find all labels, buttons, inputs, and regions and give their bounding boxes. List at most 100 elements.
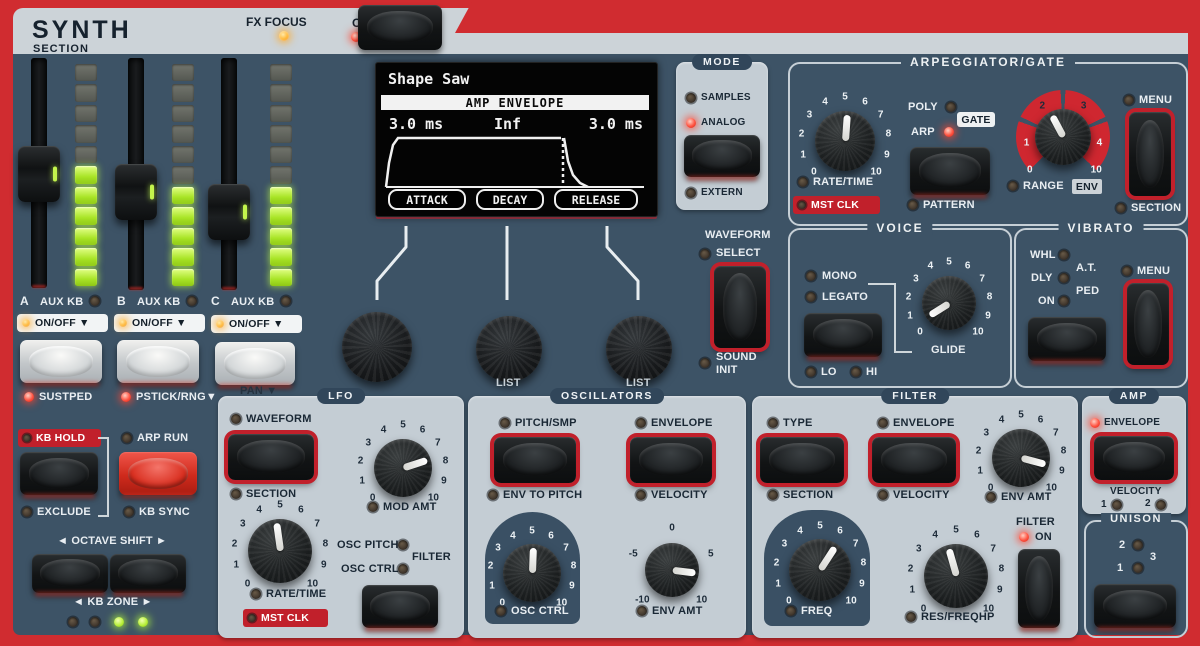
- dly-led: [1059, 273, 1069, 283]
- arp-menu-label: MENU: [1139, 94, 1172, 106]
- glide-knob[interactable]: 012345678910: [922, 276, 976, 330]
- unison-1-led: [1133, 563, 1143, 573]
- filter-envelope-button[interactable]: [872, 437, 956, 483]
- vibrato-button[interactable]: [1028, 317, 1106, 361]
- arp-run-button[interactable]: [119, 452, 197, 495]
- lfo-osc-ctrl-label: OSC CTRL: [341, 563, 399, 575]
- slider-track-c[interactable]: [221, 58, 237, 290]
- osc-env-amt-label: ENV AMT: [652, 605, 703, 617]
- onoff-b-label: ON/OFF ▼: [132, 317, 187, 329]
- kb-hold-badge: KB HOLD: [18, 429, 101, 447]
- layer-a-letter: A: [20, 294, 29, 308]
- voice-title: VOICE: [867, 221, 932, 235]
- display-softkey-attack: ATTACK: [388, 189, 466, 210]
- poly-led: [946, 102, 956, 112]
- filter-on-label2: ON: [1035, 531, 1052, 543]
- amp-velocity-label: VELOCITY: [1110, 486, 1162, 497]
- sustped-label: SUSTPED: [39, 391, 92, 403]
- sound-init-label2: INIT: [716, 364, 738, 376]
- gate-badge: GATE: [957, 112, 995, 127]
- lfo-waveform-button[interactable]: [228, 434, 314, 480]
- filter-env-amt-label: ENV AMT: [1001, 491, 1052, 503]
- amp-title: AMP: [1109, 388, 1159, 404]
- onoff-b-led: [119, 319, 127, 327]
- layer-b-letter: B: [117, 294, 126, 308]
- lfo-dest-button[interactable]: [362, 585, 438, 628]
- amp-envelope-led: [1090, 418, 1100, 428]
- lfo-mod-amt-knob[interactable]: 012345678910: [374, 439, 432, 497]
- mode-button[interactable]: [684, 135, 760, 177]
- osc-ctrl-knob[interactable]: 012345678910: [503, 544, 561, 602]
- onoff-badge-c[interactable]: ON/OFF ▼: [211, 315, 302, 333]
- onoff-badge-a[interactable]: ON/OFF ▼: [17, 314, 108, 332]
- lfo-rate-label: RATE/TIME: [266, 588, 326, 600]
- exclude-led: [22, 507, 32, 517]
- kb-hold-led: [23, 434, 31, 442]
- vibrato-title: VIBRATO: [1059, 221, 1144, 235]
- osc-pitch-button[interactable]: [494, 437, 576, 483]
- whl-led: [1059, 250, 1069, 260]
- kb-hold-bracket: [98, 437, 109, 517]
- lfo-rate-knob[interactable]: 012345678910: [248, 519, 312, 583]
- kb-zone-led-1: [68, 617, 78, 627]
- voice-panel: VOICE: [788, 228, 1012, 388]
- env-to-pitch-led: [488, 490, 498, 500]
- octave-up-button[interactable]: [110, 554, 186, 593]
- filter-on-button[interactable]: [1018, 549, 1060, 628]
- onoff-c-led: [216, 320, 224, 328]
- onoff-badge-b[interactable]: ON/OFF ▼: [114, 314, 205, 332]
- filter-type-button[interactable]: [760, 437, 844, 483]
- slider-handle-c[interactable]: [208, 184, 250, 240]
- octave-down-button[interactable]: [32, 554, 108, 593]
- display-title: Shape Saw: [388, 70, 469, 88]
- filter-res-knob[interactable]: 012345678910: [924, 544, 988, 608]
- softknob-decay[interactable]: [476, 316, 542, 382]
- kb-hold-button[interactable]: [20, 452, 98, 495]
- amp-velocity-2: 2: [1145, 498, 1151, 509]
- arp-menu-led: [1124, 95, 1134, 105]
- synth-on-button[interactable]: [358, 5, 442, 50]
- vibrato-menu-button[interactable]: [1127, 283, 1169, 365]
- arp-mst-clk-led: [798, 201, 806, 209]
- arp-pattern-button[interactable]: [910, 147, 990, 195]
- layer-a-button[interactable]: [20, 340, 102, 383]
- slider-handle-b[interactable]: [115, 164, 157, 220]
- range-label: RANGE: [1023, 180, 1064, 192]
- mono-label: MONO: [822, 270, 857, 282]
- osc-envelope-label: ENVELOPE: [651, 417, 713, 429]
- arp-section-button[interactable]: [1129, 112, 1171, 196]
- slider-handle-a[interactable]: [18, 146, 60, 202]
- osc-envelope-button[interactable]: [630, 437, 712, 483]
- mode-title: MODE: [692, 54, 752, 70]
- arp-label: ARP: [911, 126, 935, 138]
- filter-env-amt-knob[interactable]: 012345678910: [992, 429, 1050, 487]
- hi-led: [851, 367, 861, 377]
- voice-button[interactable]: [804, 313, 882, 357]
- filter-freq-label: FREQ: [801, 605, 832, 617]
- osc-env-amt-knob[interactable]: -10-50510: [645, 543, 699, 597]
- filter-env-amt-led: [986, 492, 996, 502]
- top-red-band: [455, 0, 1200, 33]
- arpeggiator-title: ARPEGGIATOR/GATE: [901, 55, 1075, 69]
- layer-b-button[interactable]: [117, 340, 199, 383]
- layer-c-button[interactable]: [215, 342, 295, 385]
- arp-range-knob[interactable]: 0101234: [1035, 109, 1091, 165]
- dly-label: DLY: [1031, 272, 1053, 284]
- at-label: A.T.: [1076, 262, 1096, 274]
- onoff-c-label: ON/OFF ▼: [229, 318, 284, 330]
- filter-section-label: SECTION: [783, 489, 833, 501]
- lfo-osc-pitch-led: [398, 540, 408, 550]
- glide-label: GLIDE: [931, 344, 966, 356]
- lfo-mod-amt-led: [368, 502, 378, 512]
- filter-freq-knob[interactable]: 012345678910: [789, 539, 851, 601]
- fx-focus-label: FX FOCUS: [246, 15, 307, 29]
- waveform-select-button[interactable]: [714, 266, 766, 348]
- softknob-attack[interactable]: [342, 312, 412, 382]
- osc-env-amt-led: [637, 606, 647, 616]
- amp-envelope-button[interactable]: [1094, 436, 1174, 480]
- unison-button[interactable]: [1094, 584, 1176, 628]
- pstick-led: [121, 392, 131, 402]
- softknob-release[interactable]: [606, 316, 672, 382]
- level-meter-c: [270, 64, 292, 286]
- arp-rate-knob[interactable]: 012345678910: [815, 111, 875, 171]
